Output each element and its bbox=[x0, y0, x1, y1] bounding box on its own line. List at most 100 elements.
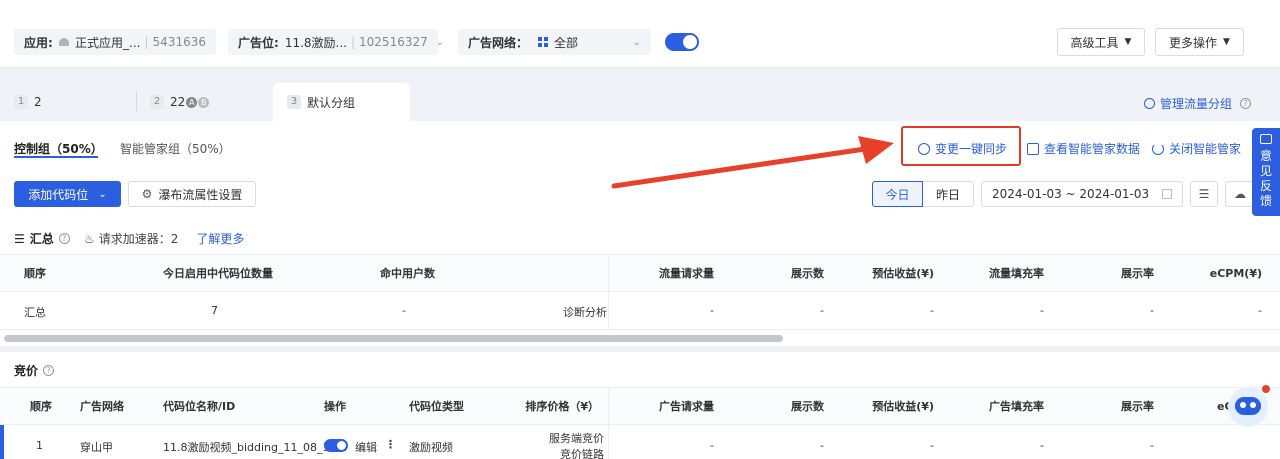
bidding-chain-link[interactable]: 竞价链路 bbox=[520, 446, 604, 459]
manage-groups-link[interactable]: 管理流量分组 ? bbox=[1144, 95, 1252, 112]
slot-enable-toggle[interactable] bbox=[324, 439, 348, 452]
app-id: 5431636 bbox=[152, 35, 206, 49]
tab-group-2[interactable]: 2 22 A B bbox=[150, 83, 270, 121]
col-show-rate: 展示率 bbox=[1121, 267, 1154, 280]
waterfall-settings-button[interactable]: ⚙ 瀑布流属性设置 bbox=[128, 181, 256, 207]
tab-group-1[interactable]: 1 2 bbox=[14, 83, 134, 121]
annotation-arrow bbox=[611, 136, 894, 189]
feedback-char: 见 bbox=[1259, 164, 1272, 178]
summary-table-header: 顺序 今日启用中代码位数量 命中用户数 流量请求量 展示数 预估收益(¥) 流量… bbox=[0, 254, 1280, 292]
sync-icon bbox=[918, 142, 930, 155]
sync-button[interactable]: 变更一键同步 bbox=[918, 140, 1007, 157]
col-show-rate: 展示率 bbox=[1121, 400, 1154, 413]
accel-label: 请求加速器： bbox=[98, 232, 171, 246]
subtab-control[interactable]: 控制组（50%） bbox=[14, 140, 103, 157]
feedback-char: 意 bbox=[1259, 149, 1272, 163]
close-smart-button[interactable]: 关闭智能管家 bbox=[1152, 140, 1241, 157]
cell-ecpm: - bbox=[1258, 304, 1262, 317]
cloud-download-icon: ☁ bbox=[1234, 187, 1246, 201]
col-ad-requests: 广告请求量 bbox=[659, 400, 714, 413]
image-icon bbox=[1027, 142, 1039, 155]
list-icon: ☰ bbox=[14, 231, 25, 246]
bidding-title: 竞价 ? bbox=[14, 362, 55, 379]
help-icon[interactable]: ? bbox=[43, 365, 55, 376]
message-icon bbox=[1260, 134, 1272, 144]
col-active-count: 今日启用中代码位数量 bbox=[163, 267, 273, 280]
tab-num: 1 bbox=[14, 95, 28, 109]
col-order: 顺序 bbox=[30, 400, 52, 413]
pie-chart-icon bbox=[1144, 98, 1155, 109]
subtab-smart[interactable]: 智能管家组（50%） bbox=[120, 140, 231, 157]
more-actions-button[interactable]: 更多操作 ▼ bbox=[1155, 28, 1244, 56]
col-order: 顺序 bbox=[24, 267, 46, 280]
summary-title: ☰ 汇总 ? bbox=[14, 230, 70, 247]
col-slot-type: 代码位类型 bbox=[409, 400, 464, 413]
table-row: 汇总 7 - 诊断分析 - - - - - - bbox=[0, 292, 1280, 330]
cell-revenue: - bbox=[930, 304, 934, 317]
cell-fill-rate: - bbox=[1040, 304, 1044, 317]
app-name: 正式应用_... bbox=[75, 35, 141, 50]
network-select[interactable]: 广告网络： 全部 ⌄ bbox=[458, 29, 651, 55]
network-value: 全部 bbox=[554, 35, 579, 50]
today-button[interactable]: 今日 bbox=[872, 181, 923, 207]
feedback-button[interactable]: 意 见 反 馈 bbox=[1252, 128, 1280, 216]
chevron-down-icon: ⌄ bbox=[98, 188, 107, 200]
advanced-tools-button[interactable]: 高级工具 ▼ bbox=[1057, 28, 1145, 56]
waterfall-label: 瀑布流属性设置 bbox=[158, 187, 243, 202]
feedback-char: 反 bbox=[1259, 179, 1272, 193]
date-quick-select: 今日 昨日 bbox=[872, 181, 974, 207]
download-button[interactable]: ☁ bbox=[1225, 181, 1255, 207]
slot-select[interactable]: 广告位: 11.8激励... | 102516327 ⌄ bbox=[228, 29, 444, 55]
col-hit-users: 命中用户数 bbox=[380, 267, 435, 280]
slot-label: 广告位: bbox=[238, 35, 279, 50]
feedback-char: 馈 bbox=[1259, 194, 1272, 208]
assistant-robot-icon[interactable] bbox=[1228, 385, 1270, 427]
power-icon bbox=[1152, 142, 1164, 155]
cell-show-rate: - bbox=[1150, 304, 1154, 317]
android-icon bbox=[58, 38, 70, 46]
yesterday-button[interactable]: 昨日 bbox=[923, 181, 974, 207]
app-sep: | bbox=[144, 35, 149, 49]
diagnose-link[interactable]: 诊断分析 bbox=[563, 304, 607, 320]
bidding-title-label: 竞价 bbox=[14, 364, 39, 378]
tab-label: 2 bbox=[34, 95, 42, 109]
column-settings-button[interactable]: ☰ bbox=[1190, 181, 1218, 207]
help-icon[interactable]: ? bbox=[58, 233, 70, 244]
help-icon[interactable]: ? bbox=[1240, 98, 1252, 109]
filter-toggle[interactable] bbox=[665, 33, 699, 51]
gear-icon: ⚙ bbox=[141, 187, 153, 201]
col-network: 广告网络 bbox=[80, 400, 124, 413]
tab-label: 默认分组 bbox=[307, 95, 356, 110]
col-impressions: 展示数 bbox=[791, 267, 824, 280]
cell-impressions: - bbox=[820, 439, 824, 452]
col-fill-rate: 流量填充率 bbox=[989, 267, 1044, 280]
date-range-picker[interactable]: 2024-01-03 ~ 2024-01-03 bbox=[981, 181, 1183, 207]
col-requests: 流量请求量 bbox=[659, 267, 714, 280]
more-options-icon[interactable]: ⋮ bbox=[385, 438, 396, 451]
grid-icon bbox=[538, 37, 549, 47]
cell-slot-name: 11.8激励视频_bidding_11_08_15... bbox=[163, 441, 347, 454]
chevron-down-icon: ⌄ bbox=[435, 36, 445, 48]
cell-order: 1 bbox=[36, 439, 43, 452]
advanced-tools-label: 高级工具 bbox=[1070, 35, 1119, 50]
col-ecpm: eCPM(¥) bbox=[1209, 267, 1262, 280]
learn-more-link[interactable]: 了解更多 bbox=[196, 230, 244, 247]
cell-show-rate: - bbox=[1150, 439, 1154, 452]
app-select[interactable]: 应用: 正式应用_... | 5431636 bbox=[14, 29, 216, 55]
tab-group-3[interactable]: 3 默认分组 bbox=[273, 83, 410, 121]
summary-title-label: 汇总 bbox=[29, 232, 54, 246]
add-slot-button[interactable]: 添加代码位 ⌄ bbox=[14, 181, 121, 207]
horizontal-scrollbar[interactable] bbox=[4, 335, 783, 342]
tab-num: 2 bbox=[150, 95, 164, 109]
edit-link[interactable]: 编辑 bbox=[355, 439, 377, 455]
sync-label: 变更一键同步 bbox=[935, 142, 1008, 156]
more-actions-label: 更多操作 bbox=[1169, 35, 1218, 50]
rocket-icon: ♨ bbox=[84, 231, 95, 246]
cell-requests: - bbox=[710, 304, 714, 317]
tab-divider bbox=[136, 91, 137, 111]
col-revenue: 预估收益(¥) bbox=[872, 267, 934, 280]
cell-revenue: - bbox=[930, 439, 934, 452]
view-smart-data-button[interactable]: 查看智能管家数据 bbox=[1027, 140, 1140, 157]
badge-b: B bbox=[198, 96, 210, 108]
add-slot-label: 添加代码位 bbox=[28, 187, 89, 202]
